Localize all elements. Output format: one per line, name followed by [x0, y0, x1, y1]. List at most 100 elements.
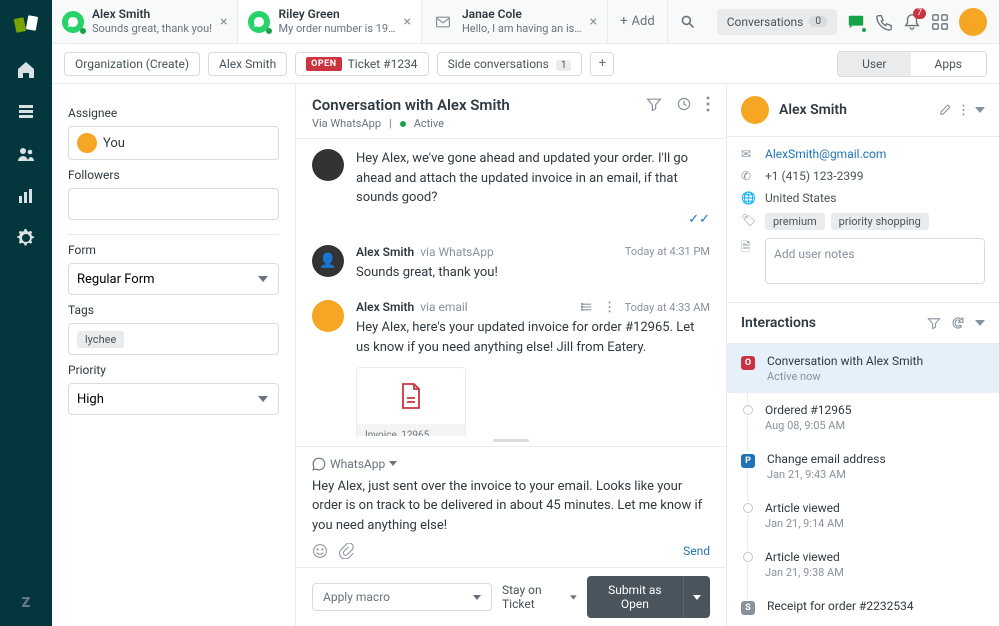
refresh-icon[interactable]: [951, 316, 965, 330]
interaction-item[interactable]: Article viewedJan 21, 9:38 AM: [727, 540, 999, 589]
priority-label: Priority: [68, 363, 279, 377]
interaction-title: Article viewed: [765, 501, 844, 515]
priority-select[interactable]: High: [68, 383, 279, 415]
interactions-list: OConversation with Alex SmithActive nowO…: [727, 344, 999, 626]
stay-on-ticket-select[interactable]: Stay on Ticket: [502, 583, 577, 611]
search-button[interactable]: [668, 0, 708, 43]
filter-icon[interactable]: [927, 316, 941, 330]
composer-textarea[interactable]: Hey Alex, just sent over the invoice to …: [312, 477, 710, 536]
assignee-value: You: [103, 136, 125, 151]
interaction-sub: Aug 08, 9:05 AM: [765, 419, 852, 432]
more-icon[interactable]: [608, 300, 611, 314]
message: Alex Smith via email Today at 4:33 AM He…: [312, 300, 710, 436]
options-icon[interactable]: [580, 300, 594, 314]
interaction-sub: Jan 21, 9:14 AM: [765, 517, 844, 530]
history-icon[interactable]: [676, 96, 692, 112]
side-conversations-pill[interactable]: Side conversations 1: [437, 52, 583, 76]
filter-icon[interactable]: [646, 96, 662, 112]
conversation-title: Conversation with Alex Smith: [312, 96, 646, 114]
emoji-icon[interactable]: [312, 543, 328, 559]
tag-chip: priority shopping: [831, 213, 929, 230]
tab-2[interactable]: Janae ColeHello, I am having an is… ×: [422, 0, 608, 43]
home-icon[interactable]: [16, 60, 36, 80]
apps-icon[interactable]: [931, 13, 949, 31]
seg-user[interactable]: User: [838, 52, 910, 76]
customers-icon[interactable]: [16, 144, 36, 164]
close-icon[interactable]: ×: [220, 14, 227, 30]
interaction-sub: Jan 21, 9:43 AM: [767, 468, 886, 481]
notification-badge: 7: [913, 8, 926, 19]
active-dot: [400, 121, 406, 127]
conversations-button[interactable]: Conversations 0: [717, 9, 837, 35]
tab-title: Riley Green: [278, 8, 395, 22]
attachment-icon[interactable]: [338, 543, 354, 559]
tab-title: Alex Smith: [92, 8, 212, 22]
phone-icon[interactable]: [875, 13, 893, 31]
interaction-item[interactable]: Article viewed Jan 21, 9:14 AM: [727, 491, 999, 540]
ticket-pill[interactable]: OPEN Ticket #1234: [295, 52, 428, 76]
user-avatar[interactable]: [959, 8, 987, 36]
tag-icon: 🏷: [741, 213, 755, 227]
seg-apps[interactable]: Apps: [911, 52, 987, 76]
interaction-bullet: O: [741, 356, 755, 370]
views-icon[interactable]: [16, 102, 36, 122]
presence-dot: [266, 28, 272, 34]
resize-handle[interactable]: [296, 436, 726, 446]
form-select[interactable]: Regular Form: [68, 263, 279, 295]
form-label: Form: [68, 243, 279, 257]
close-icon[interactable]: ×: [590, 14, 597, 30]
composer: WhatsApp Hey Alex, just sent over the in…: [296, 446, 726, 568]
edit-icon[interactable]: [938, 103, 952, 117]
message-author: Alex Smith: [356, 245, 414, 259]
presence-dot: [80, 28, 86, 34]
org-pill[interactable]: Organization (Create): [64, 52, 200, 76]
user-notes-input[interactable]: [765, 238, 985, 284]
tab-title: Janae Cole: [462, 8, 582, 22]
avatar: [312, 149, 344, 181]
breadcrumb-bar: Organization (Create) Alex Smith OPEN Ti…: [52, 44, 999, 84]
macro-label: Apply macro: [323, 590, 390, 604]
add-label: Add: [632, 14, 655, 29]
context-segmented: User Apps: [837, 51, 987, 77]
interaction-item[interactable]: Ordered #12965Aug 08, 9:05 AM: [727, 393, 999, 442]
user-email[interactable]: AlexSmith@gmail.com: [765, 147, 886, 161]
tab-1[interactable]: Riley GreenMy order number is 19… ×: [238, 0, 421, 43]
interaction-item[interactable]: PChange email addressJan 21, 9:43 AM: [727, 442, 999, 491]
more-icon[interactable]: [962, 103, 965, 117]
conversations-label: Conversations: [727, 15, 804, 29]
interactions-title: Interactions: [741, 315, 917, 331]
tab-0[interactable]: Alex SmithSounds great, thank you! ×: [52, 0, 238, 43]
attachment[interactable]: Invoice_12965 PDF: [356, 367, 466, 436]
footer-bar: Apply macro Stay on Ticket Submit as Ope…: [296, 567, 726, 626]
chat-icon[interactable]: [847, 13, 865, 31]
tab-sub: Hello, I am having an is…: [462, 22, 582, 35]
send-button[interactable]: Send: [683, 544, 710, 558]
conversations-count: 0: [809, 16, 827, 27]
assignee-field[interactable]: You: [68, 126, 279, 160]
followers-field[interactable]: [68, 188, 279, 220]
chevron-down-icon[interactable]: [975, 320, 985, 326]
close-icon[interactable]: ×: [403, 14, 410, 30]
composer-channel-label: WhatsApp: [330, 457, 385, 471]
notifications-icon[interactable]: 7: [903, 13, 921, 31]
submit-button[interactable]: Submit as Open: [587, 576, 683, 618]
avatar: [77, 133, 97, 153]
tags-field[interactable]: lychee: [68, 323, 279, 355]
interaction-item[interactable]: OConversation with Alex SmithActive now: [727, 344, 999, 393]
settings-icon[interactable]: [16, 228, 36, 248]
message-text: Sounds great, thank you!: [356, 263, 710, 283]
add-tab-button[interactable]: + Add: [608, 0, 668, 43]
add-side-conversation-button[interactable]: +: [590, 52, 614, 76]
followers-label: Followers: [68, 168, 279, 182]
requester-pill[interactable]: Alex Smith: [208, 52, 287, 76]
reporting-icon[interactable]: [16, 186, 36, 206]
composer-channel-select[interactable]: WhatsApp: [312, 457, 397, 471]
conversation-status: Active: [414, 117, 444, 130]
tags-label: Tags: [68, 303, 279, 317]
macro-select[interactable]: Apply macro: [312, 583, 492, 611]
submit-menu-button[interactable]: [683, 576, 710, 618]
more-icon[interactable]: [706, 96, 710, 112]
chevron-down-icon[interactable]: [975, 107, 985, 113]
interaction-item[interactable]: SReceipt for order #2232534: [727, 589, 999, 625]
interaction-title: Change email address: [767, 452, 886, 466]
